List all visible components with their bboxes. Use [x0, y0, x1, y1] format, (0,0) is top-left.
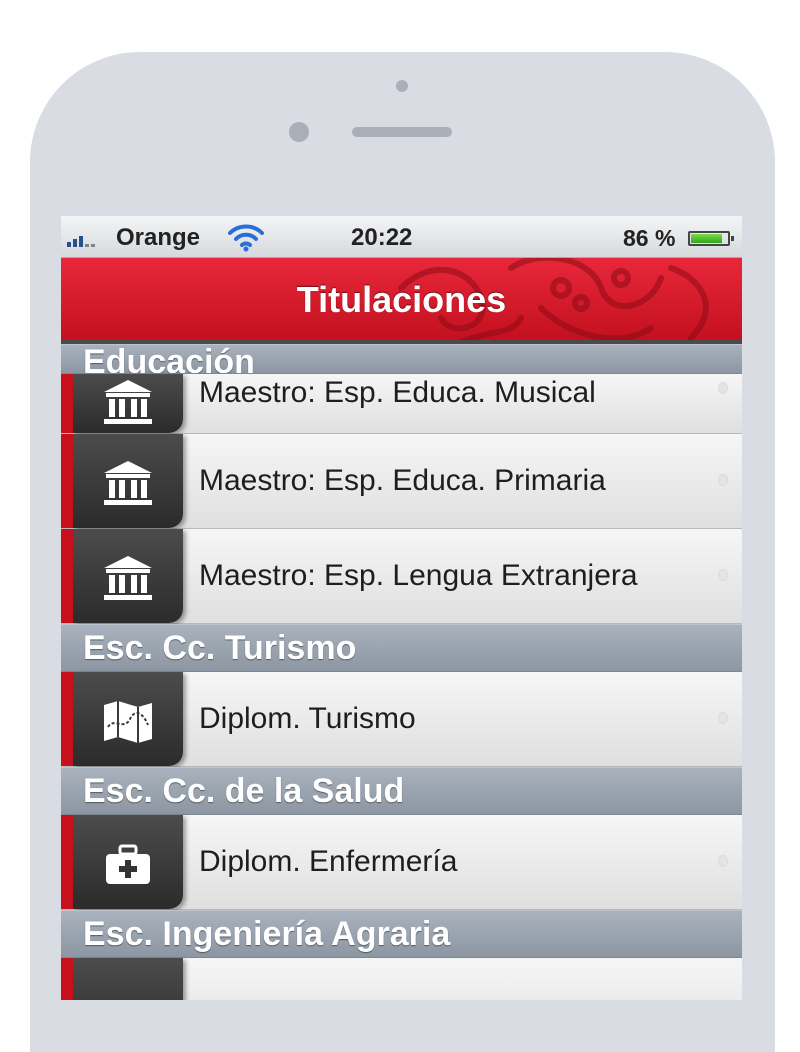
status-time: 20:22: [351, 224, 413, 251]
battery-percent: 86 %: [623, 225, 676, 251]
list-item-maestro-musical[interactable]: Maestro: Esp. Educa. Musical: [61, 374, 742, 434]
medical-kit-icon: [106, 844, 150, 884]
signal-strength-icon: [67, 236, 95, 247]
list-item-diplom-turismo[interactable]: Diplom. Turismo: [61, 672, 742, 767]
row-label: Maestro: Esp. Lengua Extranjera: [199, 559, 638, 592]
row-icon-tile: [73, 958, 183, 1000]
row-label: Maestro: Esp. Educa. Primaria: [199, 464, 606, 497]
camera-icon: [396, 80, 408, 92]
row-label: Maestro: Esp. Educa. Musical: [199, 376, 596, 409]
row-accent-bar: [61, 529, 73, 623]
building-icon: [104, 461, 152, 505]
disclosure-indicator-icon: [718, 382, 728, 394]
row-accent-bar: [61, 434, 73, 528]
list-item-partial[interactable]: [61, 958, 742, 1000]
row-accent-bar: [61, 374, 73, 433]
row-icon-tile: [73, 374, 183, 433]
battery-icon: [688, 231, 734, 246]
disclosure-indicator-icon: [718, 855, 728, 867]
disclosure-indicator-icon: [718, 474, 728, 486]
row-accent-bar: [61, 958, 73, 1000]
row-icon-tile: [73, 672, 183, 766]
disclosure-indicator-icon: [718, 712, 728, 724]
speaker-grille: [352, 127, 452, 137]
sensor-icon: [289, 122, 309, 142]
page-title: Titulaciones: [296, 279, 507, 320]
row-accent-bar: [61, 815, 73, 909]
row-icon-tile: [73, 529, 183, 623]
section-header-turismo: Esc. Cc. Turismo: [61, 624, 742, 672]
section-header-educacion: Educación: [61, 344, 742, 374]
carrier-name: Orange: [116, 224, 201, 251]
map-icon: [104, 701, 152, 743]
building-icon: [104, 556, 152, 600]
row-icon-tile: [73, 434, 183, 528]
row-accent-bar: [61, 672, 73, 766]
list-item-diplom-enfermeria[interactable]: Diplom. Enfermería: [61, 815, 742, 910]
app-screen: Orange 20:22 86 % Titulaciones Educación…: [61, 216, 742, 1000]
status-bar: Orange 20:22 86 %: [61, 216, 742, 258]
row-label: Diplom. Enfermería: [199, 845, 458, 878]
section-header-salud: Esc. Cc. de la Salud: [61, 767, 742, 815]
disclosure-indicator-icon: [718, 569, 728, 581]
list-item-maestro-lengua-extranjera[interactable]: Maestro: Esp. Lengua Extranjera: [61, 529, 742, 624]
row-icon-tile: [73, 815, 183, 909]
building-icon: [104, 380, 152, 424]
list-item-maestro-primaria[interactable]: Maestro: Esp. Educa. Primaria: [61, 434, 742, 529]
navigation-bar: Titulaciones: [61, 258, 742, 344]
section-header-ingenieria-agraria: Esc. Ingeniería Agraria: [61, 910, 742, 958]
wifi-icon: [228, 224, 264, 252]
degree-list: Educación Maestro: Esp. Educa. Musical M…: [61, 344, 742, 1000]
row-label: Diplom. Turismo: [199, 702, 416, 735]
battery-level: [691, 234, 722, 243]
